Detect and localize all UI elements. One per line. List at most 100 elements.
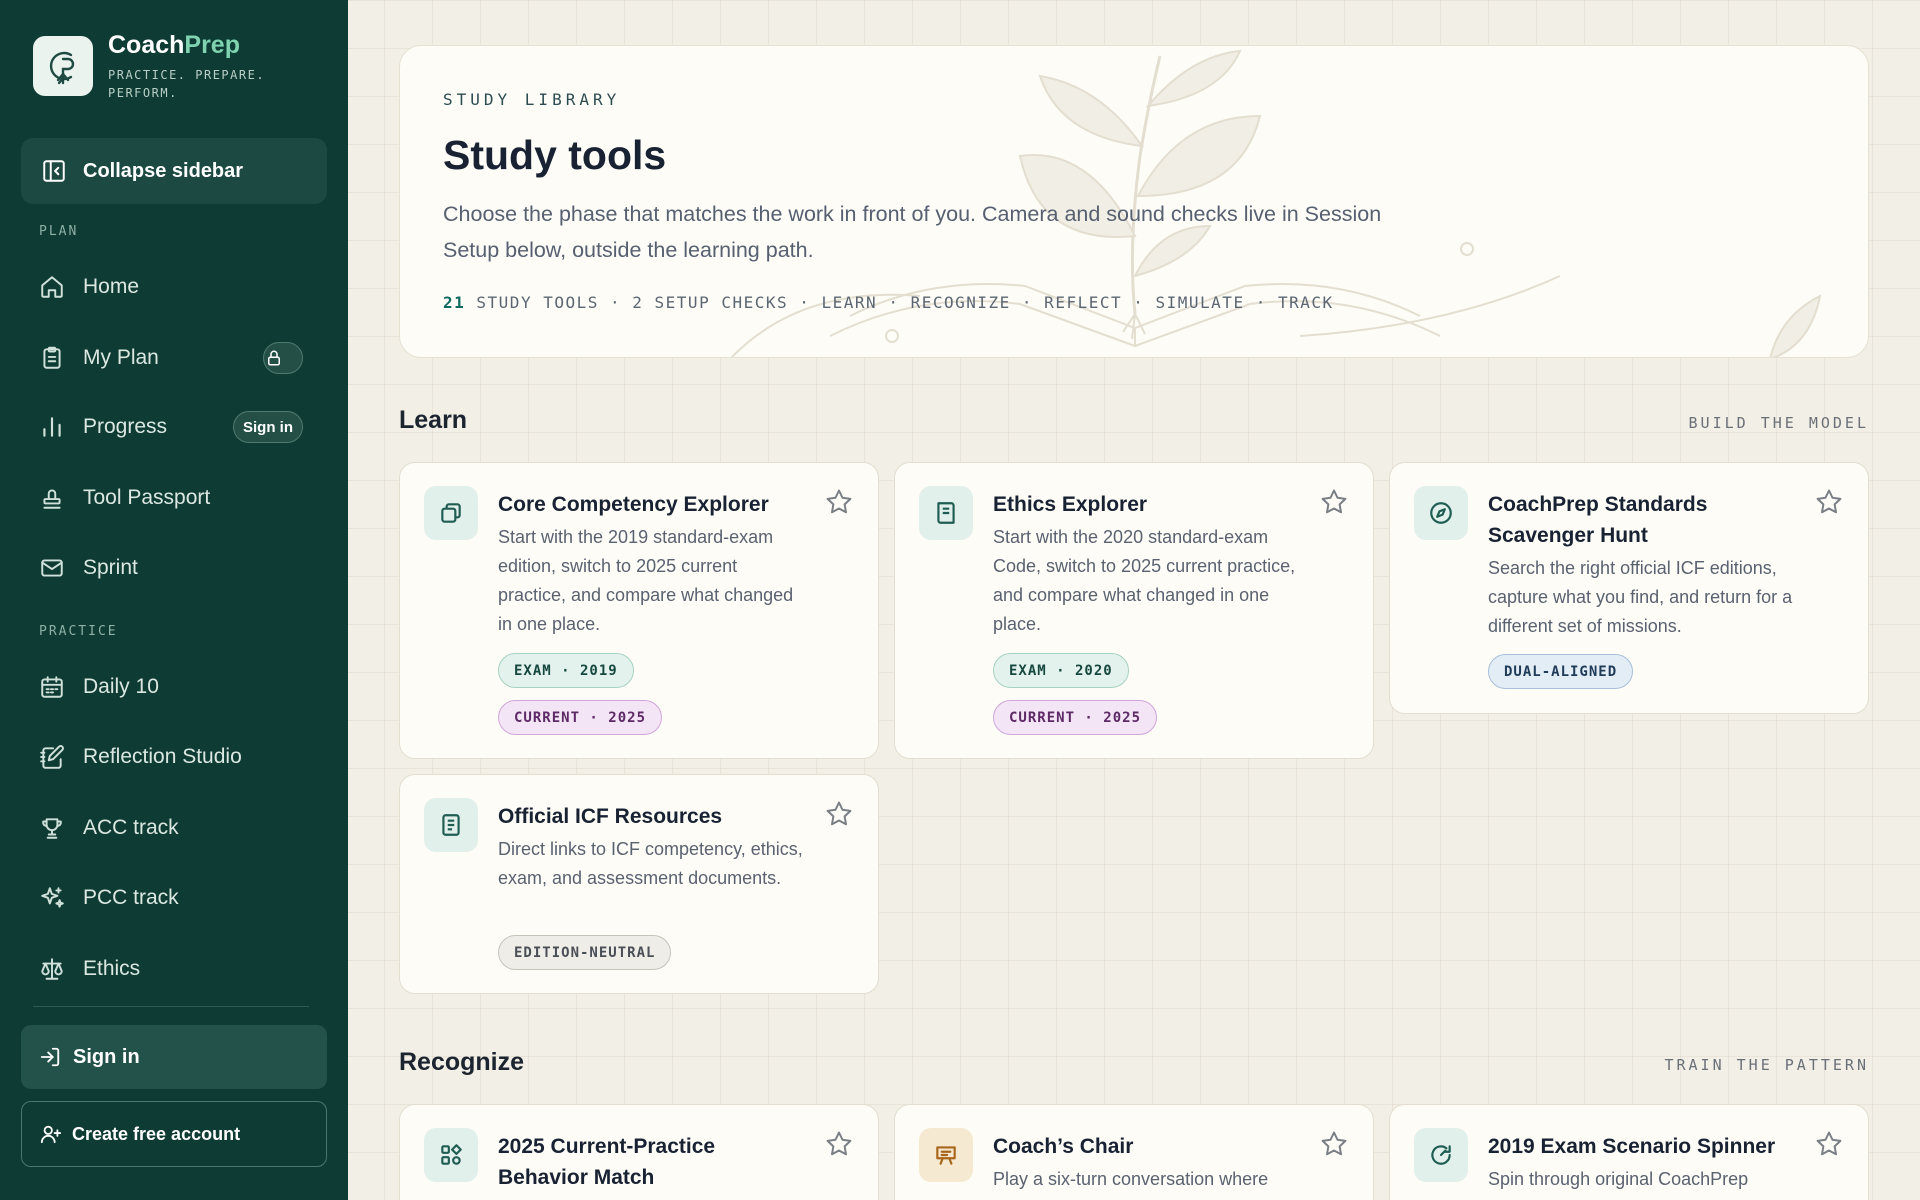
collapse-sidebar-button[interactable]: Collapse sidebar [21, 138, 327, 204]
section-label-plan: PLAN [39, 224, 79, 239]
logo-icon [33, 36, 93, 96]
tag-pill: EXAM · 2019 [498, 653, 634, 688]
sidebar-item-label: Reflection Studio [83, 745, 242, 768]
sign-in-button[interactable]: Sign in [21, 1025, 327, 1089]
brand[interactable]: CoachPrep PRACTICE. PREPARE. PERFORM. [33, 31, 278, 102]
card-description: Start with the 2019 standard-exam editio… [498, 527, 794, 634]
tool-count: 21 [443, 293, 466, 312]
card-description: Direct links to ICF competency, ethics, … [498, 839, 803, 888]
star-icon[interactable] [1319, 1129, 1349, 1159]
sidebar-item-label: Ethics [83, 957, 141, 980]
sidebar-item-daily-10[interactable]: Daily 10 [21, 659, 327, 715]
tag-pill: EXAM · 2020 [993, 653, 1129, 688]
hero-eyebrow: STUDY LIBRARY [443, 90, 621, 109]
create-account-button[interactable]: Create free account [21, 1101, 327, 1167]
book-icon [919, 486, 973, 540]
section-title: Learn [399, 406, 468, 434]
card-title: Core Competency Explorer [498, 493, 769, 516]
brand-tagline: PRACTICE. PREPARE. PERFORM. [108, 67, 266, 100]
lock-icon [268, 350, 280, 366]
card-title: 2025 Current-Practice Behavior Match [498, 1135, 716, 1189]
card-title: 2019 Exam Scenario Spinner [1488, 1135, 1776, 1158]
star-icon[interactable] [824, 799, 854, 829]
stamp-icon [43, 489, 61, 509]
shapes-icon [424, 1128, 478, 1182]
sidebar-item-label: Progress [83, 415, 168, 438]
hero-meta: 21 STUDY TOOLS · 2 SETUP CHECKS · LEARN … [443, 293, 1334, 312]
card-title: CoachPrep Standards Scavenger Hunt [1488, 493, 1708, 547]
presentation-icon [919, 1128, 973, 1182]
card-description: Spin through original CoachPrep [1488, 1169, 1749, 1189]
section-header-learn: Learn BUILD THE MODEL [399, 406, 1869, 446]
sidebar-item-label: Daily 10 [83, 675, 159, 698]
hero-description: Choose the phase that matches the work i… [443, 202, 1382, 262]
tool-card-core-competency-explorer[interactable]: Core Competency Explorer Start with the … [399, 462, 879, 759]
calendar-icon [41, 676, 63, 698]
sidebar-item-label: Home [83, 275, 140, 298]
card-title: Ethics Explorer [993, 493, 1148, 516]
tool-card-coachs-chair[interactable]: Coach’s Chair Play a six-turn conversati… [894, 1104, 1374, 1200]
tool-card-official-icf-resources[interactable]: Official ICF Resources Direct links to I… [399, 774, 879, 994]
sidebar: CoachPrep PRACTICE. PREPARE. PERFORM. Co… [0, 0, 348, 1200]
sign-in-label: Sign in [73, 1045, 140, 1068]
card-title: Coach’s Chair [993, 1135, 1134, 1158]
tag-pill: CURRENT · 2025 [498, 700, 663, 735]
clipboard-icon [43, 346, 61, 369]
star-icon[interactable] [1814, 487, 1844, 517]
tool-card-scenario-spinner[interactable]: 2019 Exam Scenario Spinner Spin through … [1389, 1104, 1869, 1200]
card-description: Play a six-turn conversation where [993, 1169, 1269, 1189]
section-header-recognize: Recognize TRAIN THE PATTERN [399, 1048, 1869, 1088]
star-icon[interactable] [824, 1129, 854, 1159]
trophy-icon [42, 818, 62, 839]
document-icon [424, 798, 478, 852]
tag-pill: EDITION-NEUTRAL [498, 935, 672, 970]
section-kicker: TRAIN THE PATTERN [1664, 1056, 1869, 1074]
tag-pill: CURRENT · 2025 [993, 700, 1158, 735]
tool-card-behavior-match[interactable]: 2025 Current-Practice Behavior Match [399, 1104, 879, 1200]
sidebar-item-label: Sprint [83, 556, 138, 579]
sidebar-item-home[interactable]: Home [21, 259, 327, 315]
tool-card-ethics-explorer[interactable]: Ethics Explorer Start with the 2020 stan… [894, 462, 1374, 759]
sidebar-item-sprint[interactable]: Sprint [21, 540, 327, 596]
star-icon[interactable] [824, 487, 854, 517]
mail-icon [41, 559, 63, 577]
brand-name: CoachPrep [108, 31, 240, 59]
card-title: Official ICF Resources [498, 805, 723, 828]
sidebar-item-reflection-studio[interactable]: Reflection Studio [21, 729, 327, 785]
section-label-practice: PRACTICE [39, 624, 118, 639]
sparkles-icon [41, 887, 64, 908]
hero-meta-text: STUDY TOOLS · 2 SETUP CHECKS · LEARN · R… [476, 293, 1334, 312]
sign-in-badge[interactable]: Sign in [233, 411, 303, 443]
sidebar-item-label: ACC track [83, 816, 179, 839]
create-account-label: Create free account [72, 1123, 241, 1144]
sidebar-divider [33, 1006, 309, 1007]
lock-badge [263, 342, 303, 374]
sidebar-item-label: My Plan [83, 346, 159, 369]
sidebar-item-acc-track[interactable]: ACC track [21, 800, 327, 856]
copy-icon [424, 486, 478, 540]
sidebar-collapse-icon [43, 160, 65, 182]
section-kicker: BUILD THE MODEL [1688, 414, 1869, 432]
notebook-pen-icon [40, 745, 64, 769]
login-icon [40, 1047, 60, 1067]
sidebar-item-my-plan[interactable]: My Plan [21, 330, 327, 386]
sidebar-item-tool-passport[interactable]: Tool Passport [21, 470, 327, 526]
sidebar-item-pcc-track[interactable]: PCC track [21, 870, 327, 926]
card-description: Search the right official ICF editions, … [1488, 558, 1793, 636]
tag-pill: DUAL-ALIGNED [1488, 654, 1634, 689]
star-icon[interactable] [1814, 1129, 1844, 1159]
card-description: Start with the 2020 standard-exam Code, … [993, 527, 1296, 634]
rotate-icon [1414, 1128, 1468, 1182]
hero-card: STUDY LIBRARY Study tools Choose the pha… [399, 45, 1869, 358]
star-icon[interactable] [1319, 487, 1349, 517]
user-plus-icon [40, 1125, 62, 1144]
home-icon [41, 276, 63, 298]
tool-card-standards-scavenger-hunt[interactable]: CoachPrep Standards Scavenger Hunt Searc… [1389, 462, 1869, 714]
sidebar-item-label: PCC track [83, 886, 179, 909]
page-title: Study tools [443, 132, 667, 178]
bar-chart-icon [43, 417, 61, 437]
scale-icon [41, 958, 63, 980]
sidebar-item-label: Tool Passport [83, 486, 211, 509]
sidebar-item-ethics[interactable]: Ethics [21, 941, 327, 997]
sidebar-item-progress[interactable]: Progress Sign in [21, 399, 327, 455]
